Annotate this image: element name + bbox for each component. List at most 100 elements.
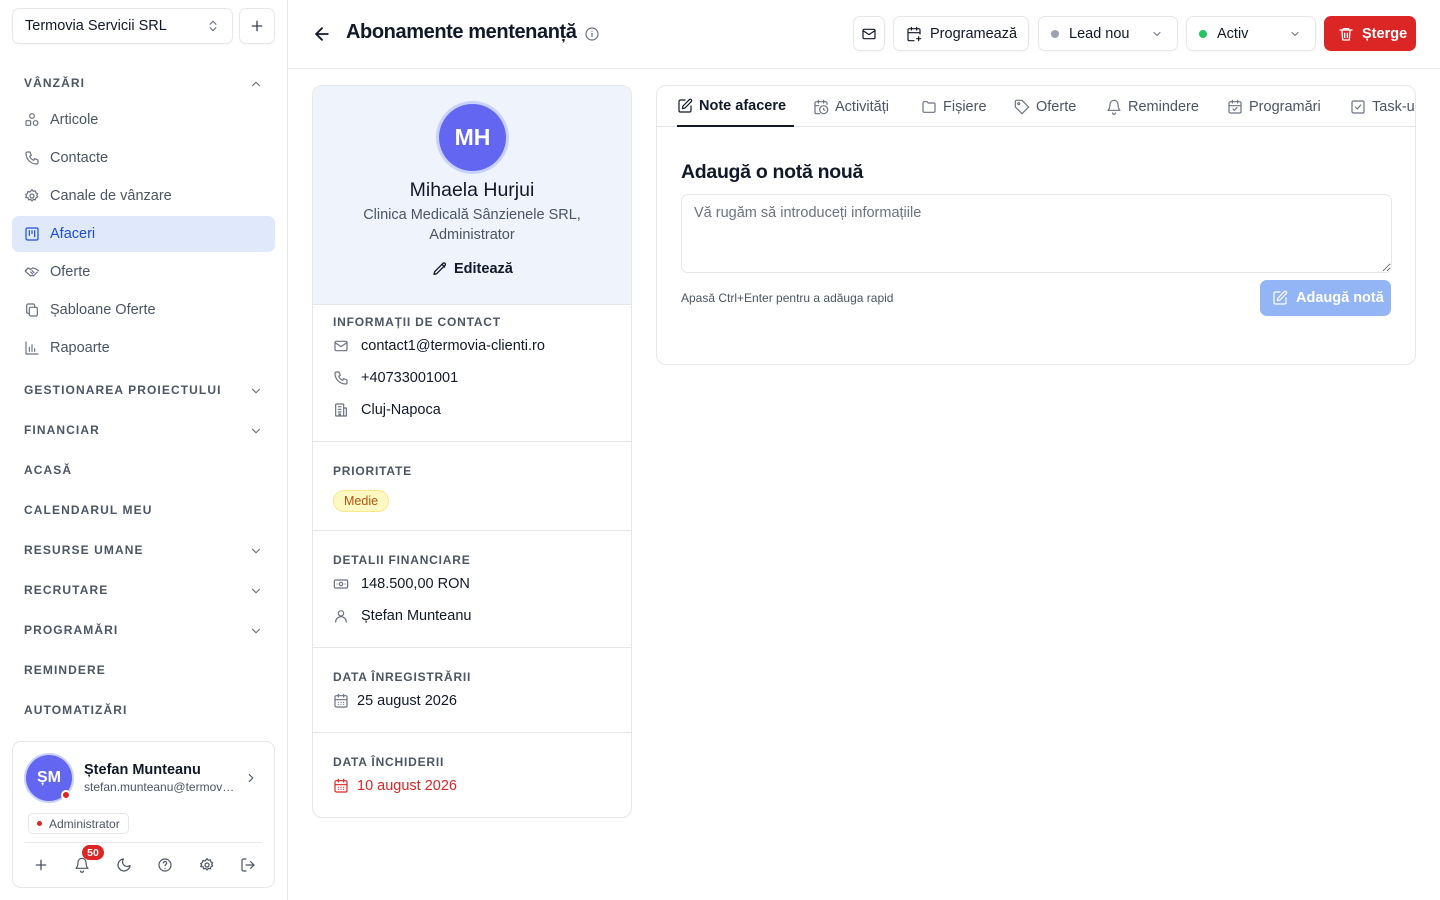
- section-label: VÂNZĂRI: [24, 76, 86, 90]
- tab-note-afacere[interactable]: Note afacere: [677, 86, 795, 127]
- section-financiar[interactable]: FINANCIAR: [12, 414, 275, 446]
- city-value: Cluj-Napoca: [361, 402, 441, 418]
- tab-remindere[interactable]: Remindere: [1106, 86, 1199, 127]
- section-automatizari[interactable]: AUTOMATIZĂRI: [12, 694, 275, 726]
- pencil-icon: [432, 261, 448, 277]
- section-sales[interactable]: VÂNZĂRI: [12, 67, 275, 99]
- sidebar-item-canale[interactable]: Canale de vânzare: [12, 178, 275, 214]
- chevron-right-icon[interactable]: [244, 771, 258, 785]
- calendar-plus-icon: [906, 26, 922, 42]
- deal-value: 148.500,00 RON: [333, 576, 470, 592]
- section-label: CALENDARUL MEU: [24, 503, 153, 517]
- stage-select[interactable]: Lead nou: [1038, 16, 1178, 51]
- owner-name: Ștefan Munteanu: [361, 608, 472, 624]
- section-label: AUTOMATIZĂRI: [24, 703, 128, 717]
- sidebar-item-label: Rapoarte: [50, 340, 110, 356]
- tab-label: Programări: [1249, 98, 1321, 115]
- section-label: RECRUTARE: [24, 583, 109, 597]
- section-calendarul-meu[interactable]: CALENDARUL MEU: [12, 494, 275, 526]
- section-recrutare[interactable]: RECRUTARE: [12, 574, 275, 606]
- avatar[interactable]: ȘM: [26, 755, 72, 801]
- section-label: DATA ÎNREGISTRĂRII: [333, 670, 472, 684]
- status-dot: [1199, 29, 1207, 38]
- mail-icon: [861, 26, 877, 42]
- sidebar-item-label: Canale de vânzare: [50, 188, 172, 204]
- settings-button[interactable]: [193, 852, 221, 878]
- email-value: contact1@termovia-clienti.ro: [361, 338, 545, 354]
- tab-programari[interactable]: Programări: [1227, 86, 1321, 127]
- plus-icon: [249, 18, 265, 34]
- section-label: DATA ÎNCHIDERII: [333, 755, 445, 769]
- new-note-heading: Adaugă o notă nouă: [681, 161, 864, 183]
- section-label: INFORMAȚII DE CONTACT: [333, 315, 501, 329]
- moon-icon: [116, 857, 132, 873]
- registered-date-value: 25 august 2026: [357, 693, 457, 709]
- quick-add-button[interactable]: [27, 852, 55, 878]
- section-resurse-umane[interactable]: RESURSE UMANE: [12, 534, 275, 566]
- contact-email[interactable]: contact1@termovia-clienti.ro: [333, 338, 545, 354]
- contact-name: Mihaela Hurjui: [409, 179, 535, 201]
- edit-contact-button[interactable]: Editează: [432, 259, 513, 279]
- section-acasa[interactable]: ACASĂ: [12, 454, 275, 486]
- contact-phone[interactable]: +40733001001: [333, 370, 458, 386]
- sidebar-item-articole[interactable]: Articole: [12, 102, 275, 138]
- chevron-up-icon: [249, 77, 263, 91]
- role-badge: Administrator: [28, 813, 129, 834]
- tab-label: Task-uri: [1372, 98, 1415, 115]
- bell-icon: [1106, 99, 1122, 115]
- copy-icon: [24, 302, 40, 318]
- sidebar-item-oferte[interactable]: Oferte: [12, 254, 275, 290]
- delete-label: Șterge: [1362, 25, 1408, 42]
- tab-label: Activități: [835, 98, 889, 115]
- deal-owner: Ștefan Munteanu: [333, 608, 471, 624]
- stage-dot: [1051, 29, 1059, 38]
- tab-label: Note afacere: [699, 97, 787, 114]
- tab-fisiere[interactable]: Fișiere: [921, 86, 987, 127]
- delete-button[interactable]: Șterge: [1324, 16, 1416, 51]
- theme-toggle-button[interactable]: [110, 852, 138, 878]
- section-label: RESURSE UMANE: [24, 543, 144, 557]
- role-label: Administrator: [49, 816, 120, 831]
- section-label: FINANCIAR: [24, 423, 100, 437]
- section-programari[interactable]: PROGRAMĂRI: [12, 614, 275, 646]
- back-arrow-icon[interactable]: [312, 24, 332, 44]
- user-card: ȘM Ștefan Munteanu stefan.munteanu@termo…: [12, 741, 275, 888]
- add-company-button[interactable]: [239, 8, 275, 44]
- tab-task-uri[interactable]: Task-uri: [1350, 86, 1415, 127]
- shapes-icon: [24, 112, 40, 128]
- tab-activitati[interactable]: Activități: [813, 86, 889, 127]
- add-note-button[interactable]: Adaugă notă: [1260, 280, 1391, 316]
- chevrons-up-down-icon: [206, 19, 220, 33]
- chevron-down-icon: [249, 544, 263, 558]
- phone-icon: [333, 370, 349, 386]
- sidebar-item-contacte[interactable]: Contacte: [12, 140, 275, 176]
- notifications-button[interactable]: 50: [68, 845, 104, 878]
- email-button[interactable]: [853, 16, 885, 51]
- logout-button[interactable]: [234, 852, 262, 878]
- logout-icon: [240, 857, 256, 873]
- sidebar-item-rapoarte[interactable]: Rapoarte: [12, 330, 275, 366]
- mail-icon: [333, 338, 349, 354]
- gear-icon: [199, 857, 215, 873]
- company-select[interactable]: Termovia Servicii SRL: [12, 8, 233, 44]
- sidebar-item-sabloane[interactable]: Șabloane Oferte: [12, 292, 275, 328]
- schedule-button[interactable]: Programează: [893, 16, 1029, 51]
- tab-bar: Note afacere Activități Fișiere Oferte R…: [657, 86, 1415, 127]
- tab-oferte[interactable]: Oferte: [1014, 86, 1076, 127]
- sidebar-item-afaceri[interactable]: Afaceri: [12, 216, 275, 252]
- contact-profile: MH Mihaela Hurjui Clinica Medicală Sânzi…: [313, 86, 631, 305]
- building-icon: [333, 402, 349, 418]
- section-remindere[interactable]: REMINDERE: [12, 654, 275, 686]
- sidebar: Termovia Servicii SRL VÂNZĂRI Articole C…: [0, 0, 288, 900]
- avatar: MH: [439, 104, 506, 171]
- contact-city: Cluj-Napoca: [333, 402, 441, 418]
- section-gestionarea-proiectului[interactable]: GESTIONAREA PROIECTULUI: [12, 374, 275, 406]
- company-name: Termovia Servicii SRL: [25, 18, 167, 34]
- handshake-icon: [24, 264, 40, 280]
- note-input[interactable]: [681, 194, 1392, 273]
- info-icon[interactable]: [584, 26, 600, 42]
- value-amount: 148.500,00 RON: [361, 576, 470, 592]
- status-select[interactable]: Activ: [1186, 16, 1316, 51]
- help-button[interactable]: [151, 852, 179, 878]
- chevron-down-icon: [249, 384, 263, 398]
